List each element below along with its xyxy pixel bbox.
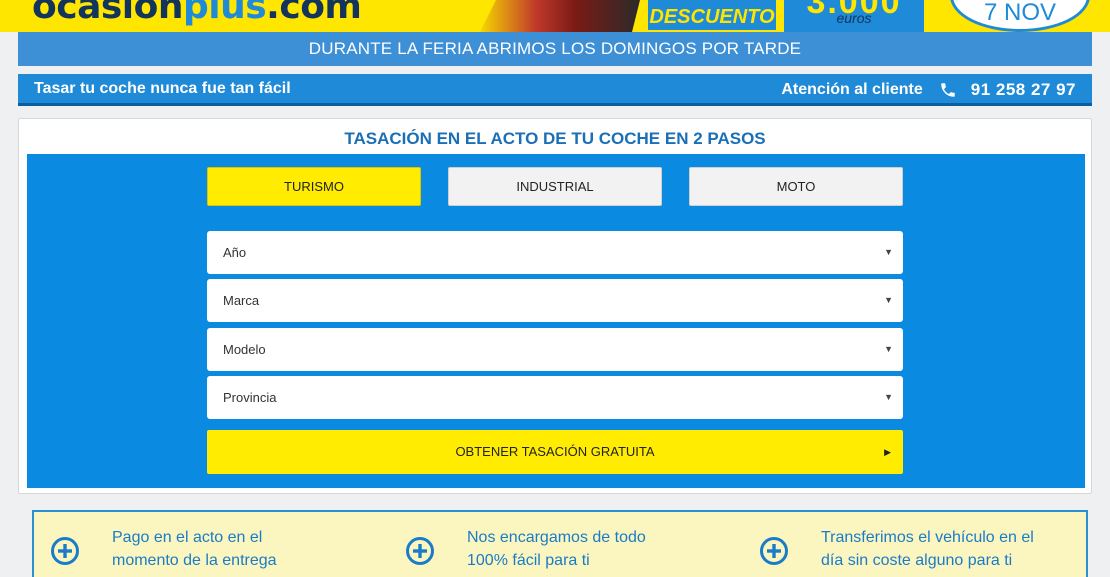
tab-turismo[interactable]: TURISMO — [207, 167, 421, 206]
benefit-line: Transferimos el vehículo en el — [821, 529, 1034, 546]
support-phone[interactable]: 91 258 27 97 — [971, 80, 1076, 100]
province-select[interactable]: Provincia ▼ — [207, 376, 903, 419]
benefit-text: Transferimos el vehículo en el día sin c… — [821, 526, 1081, 572]
logo-main: ocasion — [32, 0, 184, 27]
benefit-text: Nos encargamos de todo 100% fácil para t… — [467, 526, 727, 572]
year-select-value: Año — [223, 245, 247, 260]
benefits-strip: Pago en el acto en el momento de la entr… — [32, 510, 1088, 577]
benefit-line: momento de la entrega — [112, 552, 277, 569]
brand-select-value: Marca — [223, 293, 260, 308]
caret-down-icon: ▼ — [884, 295, 893, 305]
tab-industrial[interactable]: INDUSTRIAL — [448, 167, 662, 206]
get-valuation-button[interactable]: OBTENER TASACIÓN GRATUITA ▶ — [207, 430, 903, 474]
valuation-form: TURISMO INDUSTRIAL MOTO Año ▼ Marca ▼ Mo… — [27, 154, 1085, 488]
caret-down-icon: ▼ — [884, 392, 893, 402]
discount-amount: 3.000 euros — [784, 0, 924, 32]
benefit-line: Nos encargamos de todo — [467, 529, 646, 546]
plus-circle-icon — [759, 536, 789, 566]
benefit-line: Pago en el acto en el — [112, 529, 263, 546]
discount-currency: euros — [836, 10, 872, 26]
model-select-value: Modelo — [223, 342, 266, 357]
benefit-text: Pago en el acto en el momento de la entr… — [112, 526, 372, 572]
subheader: Tasar tu coche nunca fue tan fácil Atenc… — [18, 74, 1092, 106]
valuation-card: TASACIÓN EN EL ACTO DE TU COCHE EN 2 PAS… — [18, 118, 1092, 494]
plus-circle-icon — [405, 536, 435, 566]
tagline: Tasar tu coche nunca fue tan fácil — [34, 80, 291, 97]
caret-down-icon: ▼ — [884, 344, 893, 354]
brand-select[interactable]: Marca ▼ — [207, 279, 903, 322]
logo-accent: plus — [183, 0, 267, 27]
logo-suffix: .com — [266, 0, 362, 27]
submit-label: OBTENER TASACIÓN GRATUITA — [455, 444, 655, 459]
plus-circle-icon — [50, 536, 80, 566]
discount-label: DESCUENTO — [648, 0, 776, 30]
caret-down-icon: ▼ — [884, 247, 893, 257]
support-label: Atención al cliente — [781, 81, 923, 98]
date-badge: 7 NOV — [950, 0, 1090, 32]
model-select[interactable]: Modelo ▼ — [207, 328, 903, 371]
phone-icon — [939, 81, 957, 99]
form-title: TASACIÓN EN EL ACTO DE TU COCHE EN 2 PAS… — [344, 129, 766, 148]
caret-right-icon: ▶ — [884, 447, 891, 457]
benefit-line: día sin coste alguno para ti — [821, 552, 1013, 569]
site-logo[interactable]: ocasionplus.com — [32, 0, 362, 27]
benefit-item: Pago en el acto en el momento de la entr… — [34, 526, 354, 577]
customer-support: Atención al cliente 91 258 27 97 — [781, 80, 1076, 100]
benefit-item: Transferimos el vehículo en el día sin c… — [743, 526, 1063, 577]
feria-notice: DURANTE LA FERIA ABRIMOS LOS DOMINGOS PO… — [18, 32, 1092, 66]
province-select-value: Provincia — [223, 390, 277, 405]
benefit-line: 100% fácil para ti — [467, 552, 590, 569]
banner-car-image — [480, 0, 640, 32]
promo-banner[interactable]: ocasionplus.com DESCUENTO 3.000 euros 7 … — [0, 0, 1110, 32]
year-select[interactable]: Año ▼ — [207, 231, 903, 274]
tab-moto[interactable]: MOTO — [689, 167, 903, 206]
benefit-item: Nos encargamos de todo 100% fácil para t… — [389, 526, 709, 577]
